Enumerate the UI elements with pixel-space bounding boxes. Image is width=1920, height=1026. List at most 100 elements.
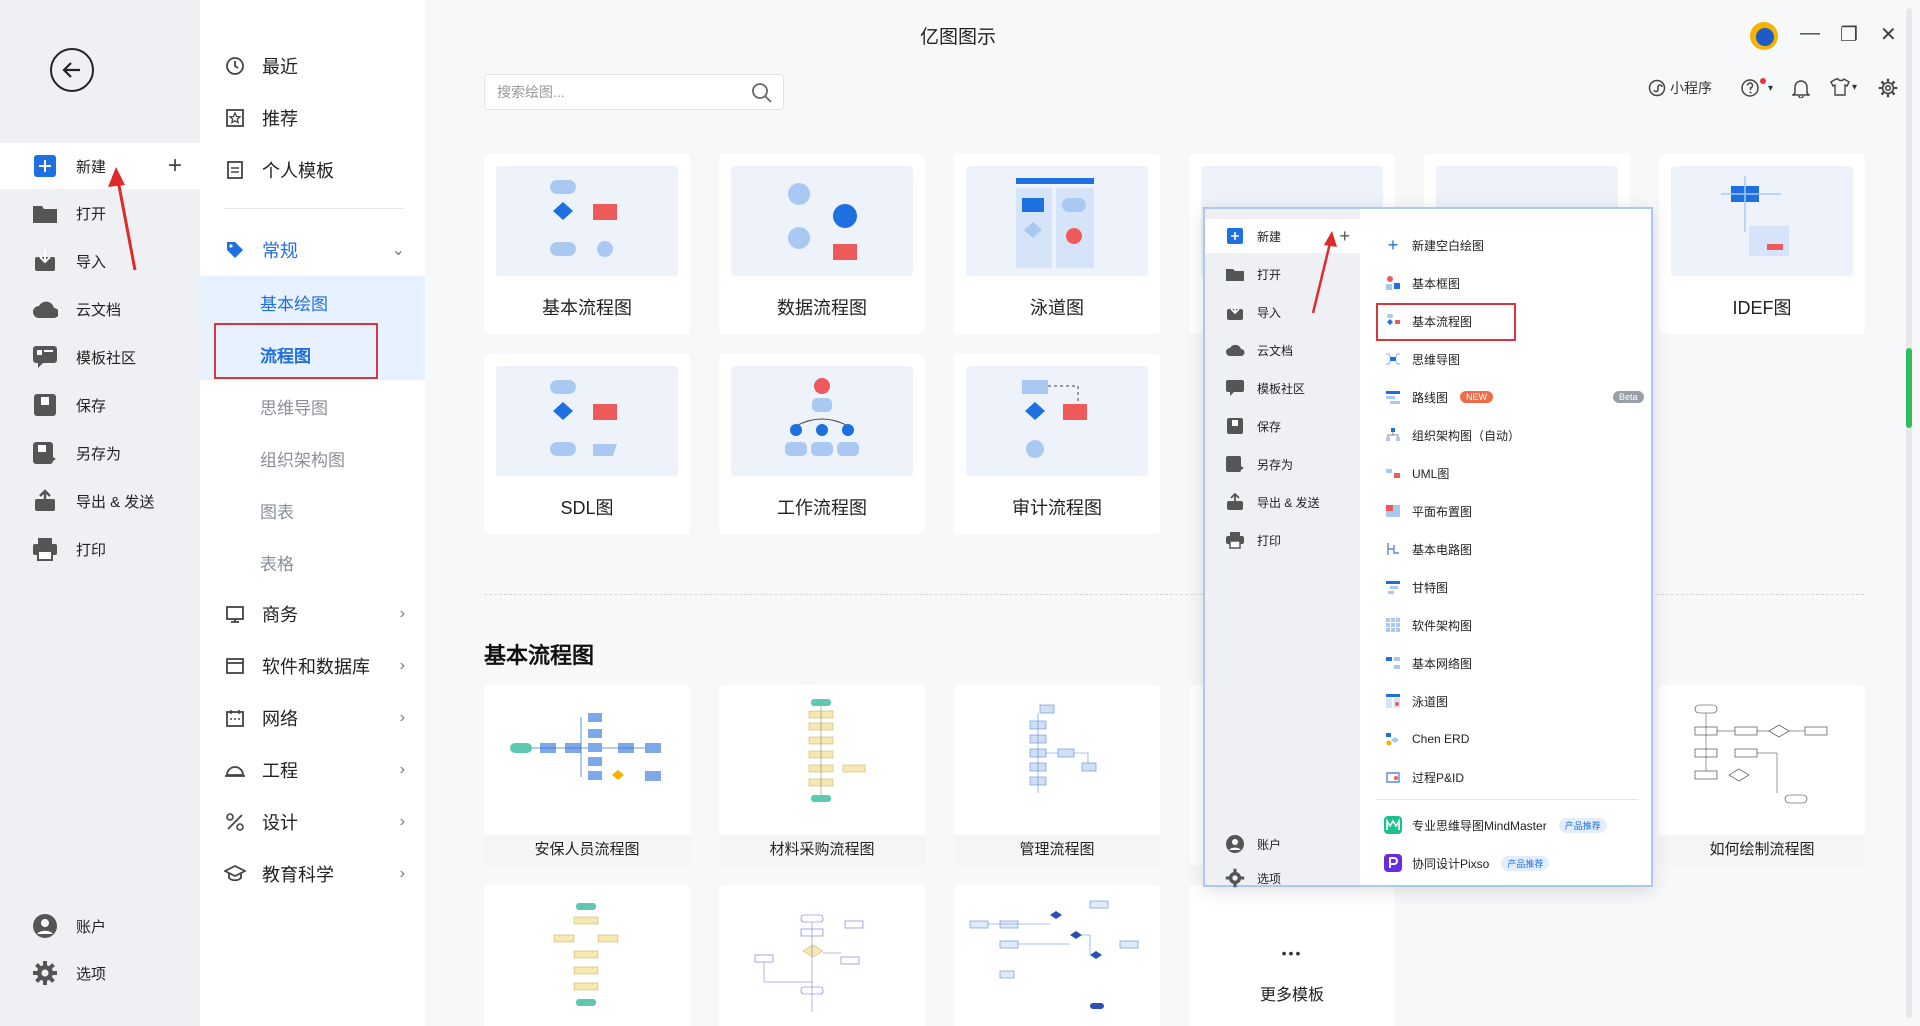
cat-general[interactable]: 常规 ⌄ — [200, 224, 425, 276]
option-orgchart[interactable]: 组织架构图（自动） — [1368, 417, 1648, 453]
cat-recommend[interactable]: 推荐 — [200, 92, 425, 144]
subcat-chart[interactable]: 图表 — [200, 484, 425, 536]
rail-options[interactable]: 选项 — [0, 950, 200, 996]
template-card[interactable] — [484, 885, 690, 1026]
popup-save-as[interactable]: 另存为 — [1205, 447, 1360, 481]
rail-open[interactable]: 打开 — [0, 190, 200, 236]
template-card[interactable] — [719, 885, 925, 1026]
card-thumbnail — [731, 366, 913, 476]
option-chen-erd[interactable]: Chen ERD — [1368, 721, 1648, 757]
rail-save[interactable]: 保存 — [0, 382, 200, 428]
type-card-data-flow[interactable]: 数据流程图 — [719, 154, 925, 334]
popup-account[interactable]: 账户 — [1205, 827, 1360, 861]
type-card-swimlane[interactable]: 泳道图 — [954, 154, 1160, 334]
more-templates-button[interactable]: ••• 更多模板 — [1189, 885, 1395, 1026]
template-thumbnail — [1029, 704, 1097, 793]
option-pid[interactable]: 过程P&ID — [1368, 759, 1648, 795]
subcat-org[interactable]: 组织架构图 — [200, 432, 425, 484]
community-icon — [32, 344, 58, 370]
template-icon — [224, 159, 246, 181]
option-network[interactable]: 基本网络图 — [1368, 645, 1648, 681]
template-card[interactable]: 安保人员流程图 — [484, 685, 690, 865]
popup-export[interactable]: 导出 & 发送 — [1205, 485, 1360, 519]
cat-network[interactable]: 网络 › — [200, 692, 425, 744]
scrollbar-thumb[interactable] — [1906, 348, 1912, 428]
template-card[interactable]: 材料采购流程图 — [719, 685, 925, 865]
back-button[interactable] — [50, 48, 94, 92]
promo-pixso[interactable]: 协同设计Pixso 产品推荐 — [1368, 845, 1648, 881]
miniprogram-button[interactable]: 小程序 — [1648, 78, 1712, 98]
option-circuit[interactable]: 基本电路图 — [1368, 531, 1648, 567]
cat-recent[interactable]: 最近 — [200, 40, 425, 92]
template-card[interactable] — [954, 885, 1160, 1026]
subcat-table[interactable]: 表格 — [200, 536, 425, 588]
template-caption: 如何绘制流程图 — [1659, 835, 1865, 865]
cat-personal[interactable]: 个人模板 — [200, 144, 425, 196]
option-software-arch[interactable]: 软件架构图 — [1368, 607, 1648, 643]
cloud-icon — [32, 296, 58, 322]
search-icon[interactable] — [751, 82, 773, 104]
avatar[interactable] — [1750, 22, 1778, 50]
option-blank[interactable]: + 新建空白绘图 — [1368, 227, 1648, 263]
cat-design[interactable]: 设计 › — [200, 796, 425, 848]
subcat-mindmap[interactable]: 思维导图 — [200, 380, 425, 432]
option-gantt[interactable]: 甘特图 — [1368, 569, 1648, 605]
type-card-audit[interactable]: 审计流程图 — [954, 354, 1160, 534]
option-uml[interactable]: UML图 — [1368, 455, 1648, 491]
card-thumbnail — [496, 166, 678, 276]
rail-account[interactable]: 账户 — [0, 903, 200, 949]
theme-button[interactable]: ▾ — [1830, 78, 1857, 96]
promo-mindmaster[interactable]: 专业思维导图MindMaster 产品推荐 — [1368, 807, 1648, 843]
option-swimlane[interactable]: 泳道图 — [1368, 683, 1648, 719]
close-button[interactable]: ✕ — [1880, 22, 1897, 47]
option-floorplan[interactable]: 平面布置图 — [1368, 493, 1648, 529]
cat-business[interactable]: 商务 › — [200, 588, 425, 640]
cloud-icon — [1225, 340, 1245, 360]
bell-icon — [1792, 80, 1810, 98]
minimize-button[interactable]: — — [1800, 22, 1820, 45]
popup-options[interactable]: 选项 — [1205, 861, 1360, 895]
option-label: 组织架构图（自动） — [1412, 428, 1521, 443]
template-card[interactable]: 如何绘制流程图 — [1659, 685, 1865, 865]
uml-icon — [1384, 464, 1402, 482]
popup-save[interactable]: 保存 — [1205, 409, 1360, 443]
type-card-idef[interactable]: IDEF图 — [1659, 154, 1865, 334]
template-card[interactable]: 管理流程图 — [954, 685, 1160, 865]
option-label: 软件架构图 — [1412, 618, 1473, 633]
type-card-workflow[interactable]: 工作流程图 — [719, 354, 925, 534]
option-block[interactable]: 基本框图 — [1368, 265, 1648, 301]
section-title: 基本流程图 — [484, 643, 595, 668]
option-mindmap[interactable]: 思维导图 — [1368, 341, 1648, 377]
type-card-sdl[interactable]: SDL图 — [484, 354, 690, 534]
rail-cloud[interactable]: 云文档 — [0, 286, 200, 332]
rail-import[interactable]: 导入 — [0, 238, 200, 284]
popup-print[interactable]: 打印 — [1205, 523, 1360, 557]
scrollbar[interactable] — [1906, 8, 1912, 1018]
popup-community[interactable]: 模板社区 — [1205, 371, 1360, 405]
add-icon[interactable]: + — [168, 152, 182, 180]
mindmaster-logo-icon — [1384, 816, 1402, 834]
cat-education[interactable]: 教育科学 › — [200, 848, 425, 900]
option-roadmap[interactable]: 路线图 NEW Beta — [1368, 379, 1648, 415]
rail-save-as[interactable]: 另存为 — [0, 430, 200, 476]
popup-cloud[interactable]: 云文档 — [1205, 333, 1360, 367]
bell-button[interactable] — [1792, 78, 1810, 98]
block-diagram-icon — [1384, 274, 1402, 292]
add-icon[interactable]: + — [1339, 226, 1350, 247]
rail-print[interactable]: 打印 — [0, 526, 200, 572]
cat-engineering[interactable]: 工程 › — [200, 744, 425, 796]
maximize-button[interactable]: ❐ — [1840, 22, 1858, 47]
rail-community[interactable]: 模板社区 — [0, 334, 200, 380]
search-input[interactable]: 搜索绘图... — [484, 74, 784, 110]
rail-export[interactable]: 导出 & 发送 — [0, 478, 200, 524]
subcat-basic[interactable]: 基本绘图 — [200, 276, 425, 328]
orgchart-icon — [1384, 426, 1402, 444]
new-menu-popup: 新建 + 打开 导入 云文档 模板社区 保存 另存为 导出 & 发送 打印 账户… — [1203, 207, 1653, 888]
cat-software[interactable]: 软件和数据库 › — [200, 640, 425, 692]
option-label: 新建空白绘图 — [1412, 238, 1485, 253]
rail-new[interactable]: 新建 + — [0, 143, 200, 189]
popup-account-label: 账户 — [1257, 837, 1282, 852]
type-card-basic-flowchart[interactable]: 基本流程图 — [484, 154, 690, 334]
settings-button[interactable] — [1878, 78, 1898, 98]
help-button[interactable]: ▾ — [1740, 78, 1773, 98]
